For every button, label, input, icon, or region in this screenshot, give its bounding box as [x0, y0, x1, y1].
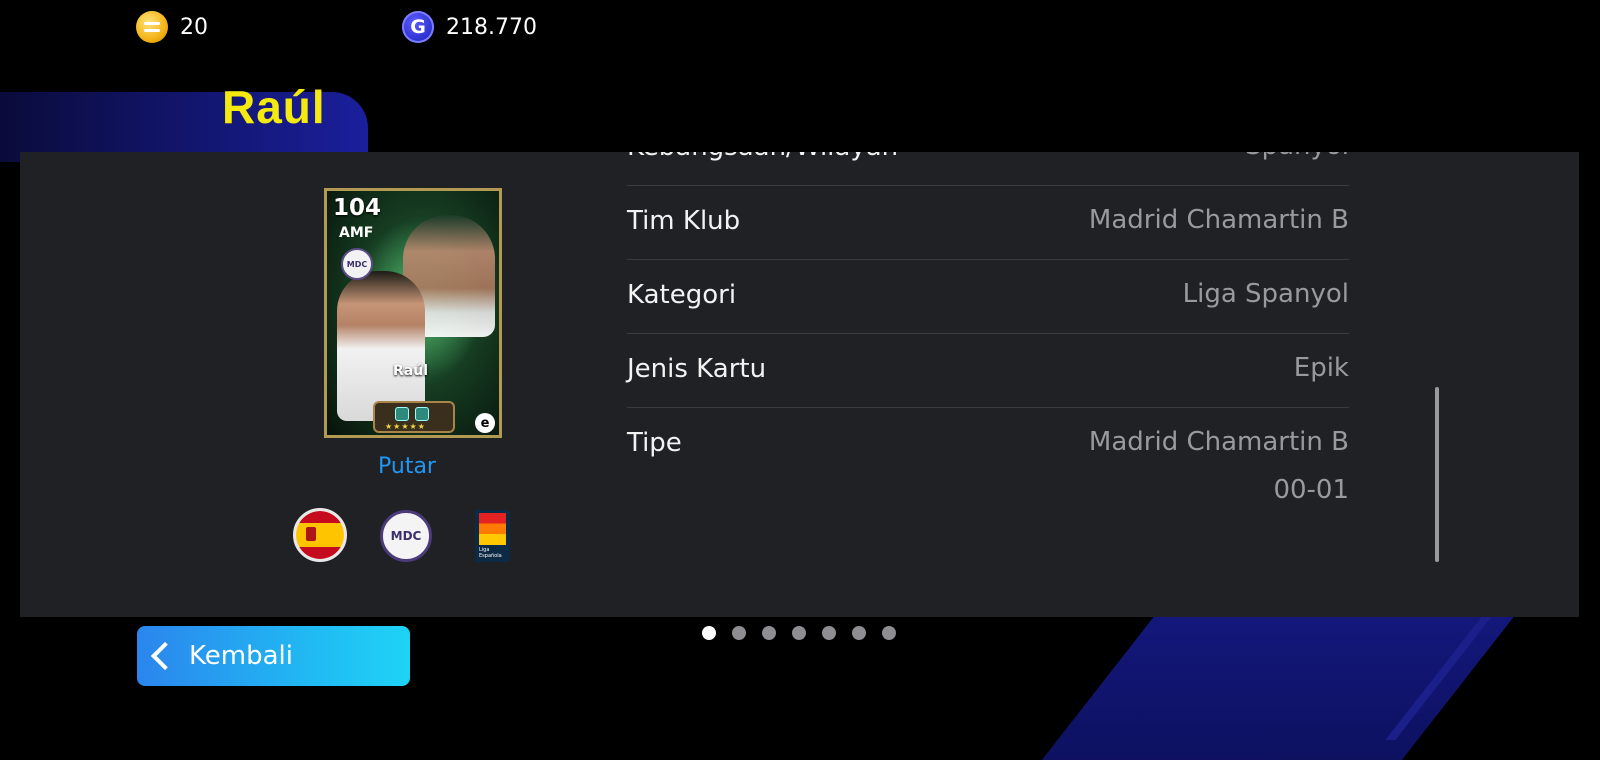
back-button[interactable]: Kembali: [137, 626, 410, 686]
info-value-line: Madrid Chamartin B: [1088, 427, 1349, 457]
info-value: Madrid Chamartin B 00-01: [1089, 418, 1349, 514]
gp-counter: G 218.770: [402, 11, 537, 43]
play-button[interactable]: Putar: [320, 454, 494, 479]
player-info-list: Kebangsaan/Wilayah Spanyol Tim Klub Madr…: [627, 152, 1349, 548]
league-badge-text: Liga Española: [479, 547, 502, 559]
gp-icon: G: [402, 11, 434, 43]
info-row-club-team: Tim Klub Madrid Chamartin B: [627, 186, 1349, 260]
card-club-badge: MDC: [341, 248, 373, 280]
club-badge[interactable]: MDC: [380, 510, 432, 562]
efootball-coin-icon: [136, 11, 168, 43]
info-value: Spanyol: [1245, 152, 1349, 170]
info-row-nationality: Kebangsaan/Wilayah Spanyol: [627, 152, 1349, 186]
nation-flag-badge[interactable]: [293, 508, 347, 562]
info-row-category: Kategori Liga Spanyol: [627, 260, 1349, 334]
player-name-title: Raúl: [222, 81, 326, 133]
page-dot[interactable]: [792, 626, 806, 640]
page-indicator: [702, 626, 896, 640]
player-details-panel: 104 AMF MDC Raúl ★★★★★ e Putar MDC Liga …: [20, 152, 1579, 617]
info-label: Kebangsaan/Wilayah: [627, 152, 898, 162]
back-button-label: Kembali: [189, 641, 293, 671]
page-dot[interactable]: [702, 626, 716, 640]
page-dot[interactable]: [852, 626, 866, 640]
info-scrollbar[interactable]: [1435, 387, 1439, 562]
card-position: AMF: [339, 225, 374, 241]
page-dot[interactable]: [822, 626, 836, 640]
coins-value: 20: [180, 14, 208, 40]
page-dot[interactable]: [882, 626, 896, 640]
info-label: Tim Klub: [627, 206, 741, 236]
card-rating: 104: [333, 195, 382, 221]
card-level-plate: ★★★★★: [373, 401, 455, 433]
card-player-name: Raúl: [393, 363, 428, 379]
info-row-type: Tipe Madrid Chamartin B 00-01: [627, 408, 1349, 548]
spain-flag-icon: [296, 511, 344, 559]
gp-value: 218.770: [446, 14, 537, 40]
info-value: Madrid Chamartin B: [1088, 205, 1349, 235]
card-skill-icon: [395, 407, 409, 421]
page-dot[interactable]: [732, 626, 746, 640]
info-value: Epik: [1293, 353, 1349, 383]
info-label: Kategori: [627, 280, 737, 310]
card-stars: ★★★★★: [385, 422, 426, 431]
liga-logo-icon: [479, 513, 506, 545]
league-badge[interactable]: Liga Española: [475, 510, 510, 562]
efootball-logo-icon: e: [475, 413, 495, 433]
info-value-line: 00-01: [1273, 475, 1349, 505]
coins-counter: 20: [136, 11, 208, 43]
info-label: Jenis Kartu: [627, 354, 767, 384]
info-row-card-type: Jenis Kartu Epik: [627, 334, 1349, 408]
info-value: Liga Spanyol: [1182, 279, 1349, 309]
info-label: Tipe: [627, 428, 682, 458]
player-card[interactable]: 104 AMF MDC Raúl ★★★★★ e: [324, 188, 502, 438]
card-player-figure: [337, 271, 425, 421]
chevron-left-icon: [150, 641, 180, 671]
page-dot[interactable]: [762, 626, 776, 640]
card-skill-icon: [415, 407, 429, 421]
